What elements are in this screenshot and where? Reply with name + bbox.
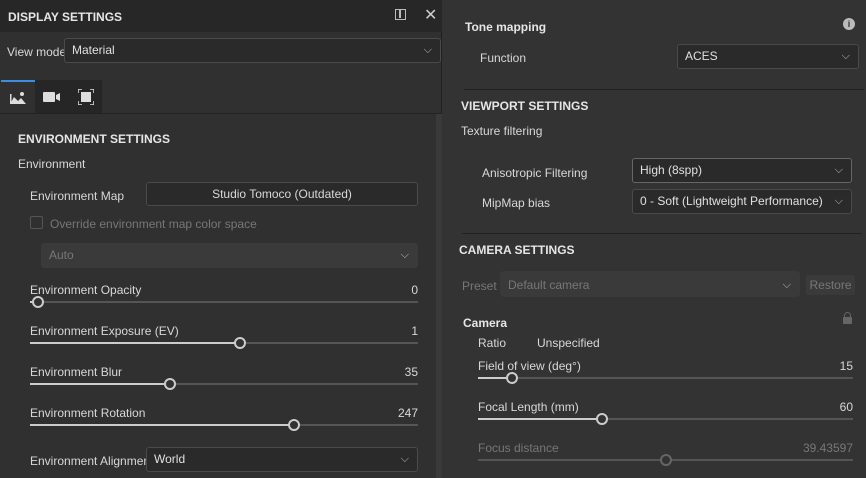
camera-icon — [43, 92, 60, 102]
tab-frame[interactable] — [68, 80, 102, 113]
slider-thumb[interactable] — [233, 337, 246, 349]
tab-bar — [1, 80, 102, 113]
color-space-value: Auto — [49, 248, 74, 262]
texture-filtering-label: Texture filtering — [461, 124, 543, 138]
preset-select[interactable]: Default camera ⌵ — [500, 271, 800, 297]
settings-right-panel: Tone mapping i Function ACES ⌵ VIEWPORT S… — [443, 0, 866, 478]
slider-fill — [30, 342, 240, 344]
preset-label: Preset — [462, 279, 497, 293]
close-icon[interactable]: ✕ — [424, 5, 437, 25]
chevron-down-icon: ⌵ — [834, 195, 843, 207]
slider-fill — [30, 383, 170, 385]
environment-alignment-value: World — [154, 452, 186, 466]
ratio-label: Ratio — [478, 336, 507, 350]
function-label: Function — [480, 51, 527, 65]
environment-section-title: ENVIRONMENT SETTINGS — [18, 132, 171, 146]
field-of-view-deg-value: 15 — [839, 359, 853, 373]
override-color-space-label: Override environment map color space — [50, 217, 257, 231]
slider-fill — [478, 459, 666, 461]
mipmap-value: 0 - Soft (Lightweight Performance) — [640, 194, 823, 208]
slider-thumb[interactable] — [287, 419, 300, 431]
slider-thumb[interactable] — [505, 372, 518, 384]
environment-exposure-ev-slider[interactable] — [30, 337, 418, 349]
dock-icon[interactable] — [395, 9, 406, 20]
ratio-value: Unspecified — [537, 336, 600, 350]
focus-distance-slider[interactable] — [478, 454, 853, 466]
environment-rotation-slider[interactable] — [30, 419, 418, 431]
viewport-section-title: VIEWPORT SETTINGS — [461, 99, 589, 113]
camera-section-title: CAMERA SETTINGS — [459, 243, 575, 257]
environment-opacity-value: 0 — [411, 283, 418, 297]
view-mode-value: Material — [72, 43, 115, 57]
environment-map-label: Environment Map — [30, 189, 125, 203]
anisotropic-value: High (8spp) — [640, 163, 703, 177]
chevron-down-icon: ⌵ — [782, 279, 791, 291]
slider-fill — [478, 418, 602, 420]
focal-length-mm-slider[interactable] — [478, 413, 853, 425]
mipmap-select[interactable]: 0 - Soft (Lightweight Performance) ⌵ — [632, 189, 852, 214]
environment-group-label: Environment — [18, 157, 86, 171]
chevron-down-icon: ⌵ — [400, 453, 409, 465]
focal-length-mm-value: 60 — [839, 400, 853, 414]
environment-icon — [10, 92, 26, 104]
environment-blur-value: 35 — [404, 365, 418, 379]
tab-environment[interactable] — [1, 80, 35, 113]
environment-alignment-label: Environment Alignment — [30, 454, 154, 468]
focus-distance-value: 39.43597 — [802, 441, 853, 455]
view-mode-select[interactable]: Material ⌵ — [64, 38, 441, 63]
panel-header: DISPLAY SETTINGS ✕ — [0, 0, 442, 32]
environment-rotation-value: 247 — [397, 406, 418, 420]
tone-function-select[interactable]: ACES ⌵ — [677, 44, 859, 69]
camera-group-label: Camera — [463, 316, 508, 330]
slider-thumb[interactable] — [659, 454, 672, 466]
frame-icon — [78, 89, 94, 105]
field-of-view-deg-slider[interactable] — [478, 372, 853, 384]
anisotropic-select[interactable]: High (8spp) ⌵ — [632, 158, 852, 183]
preset-value: Default camera — [508, 278, 590, 292]
chevron-down-icon: ⌵ — [400, 249, 409, 261]
lock-icon[interactable] — [843, 312, 852, 324]
environment-alignment-select[interactable]: World ⌵ — [146, 447, 418, 472]
info-icon[interactable]: i — [843, 18, 855, 30]
chevron-down-icon: ⌵ — [423, 44, 432, 56]
slider-thumb[interactable] — [595, 413, 608, 425]
tone-function-value: ACES — [685, 49, 718, 63]
tone-mapping-title: Tone mapping — [465, 20, 547, 34]
panel-title: DISPLAY SETTINGS — [8, 10, 123, 24]
environment-opacity-slider[interactable] — [30, 296, 418, 308]
mipmap-label: MipMap bias — [482, 196, 551, 210]
environment-map-button[interactable]: Studio Tomoco (Outdated) — [146, 182, 418, 206]
environment-exposure-ev-value: 1 — [411, 324, 418, 338]
chevron-down-icon: ⌵ — [841, 50, 850, 62]
slider-thumb[interactable] — [163, 378, 176, 390]
override-color-space-checkbox[interactable] — [30, 216, 43, 229]
view-mode-label: View mode — [7, 45, 67, 59]
color-space-select[interactable]: Auto ⌵ — [41, 243, 418, 268]
chevron-down-icon: ⌵ — [834, 164, 843, 176]
slider-thumb[interactable] — [31, 296, 44, 308]
display-settings-panel: DISPLAY SETTINGS ✕ View mode Material ⌵ E… — [0, 0, 442, 478]
scrollbar[interactable] — [436, 114, 442, 478]
anisotropic-label: Anisotropic Filtering — [482, 166, 588, 180]
tab-camera[interactable] — [35, 80, 68, 113]
restore-button[interactable]: Restore — [806, 275, 855, 295]
slider-fill — [30, 424, 294, 426]
environment-blur-slider[interactable] — [30, 378, 418, 390]
